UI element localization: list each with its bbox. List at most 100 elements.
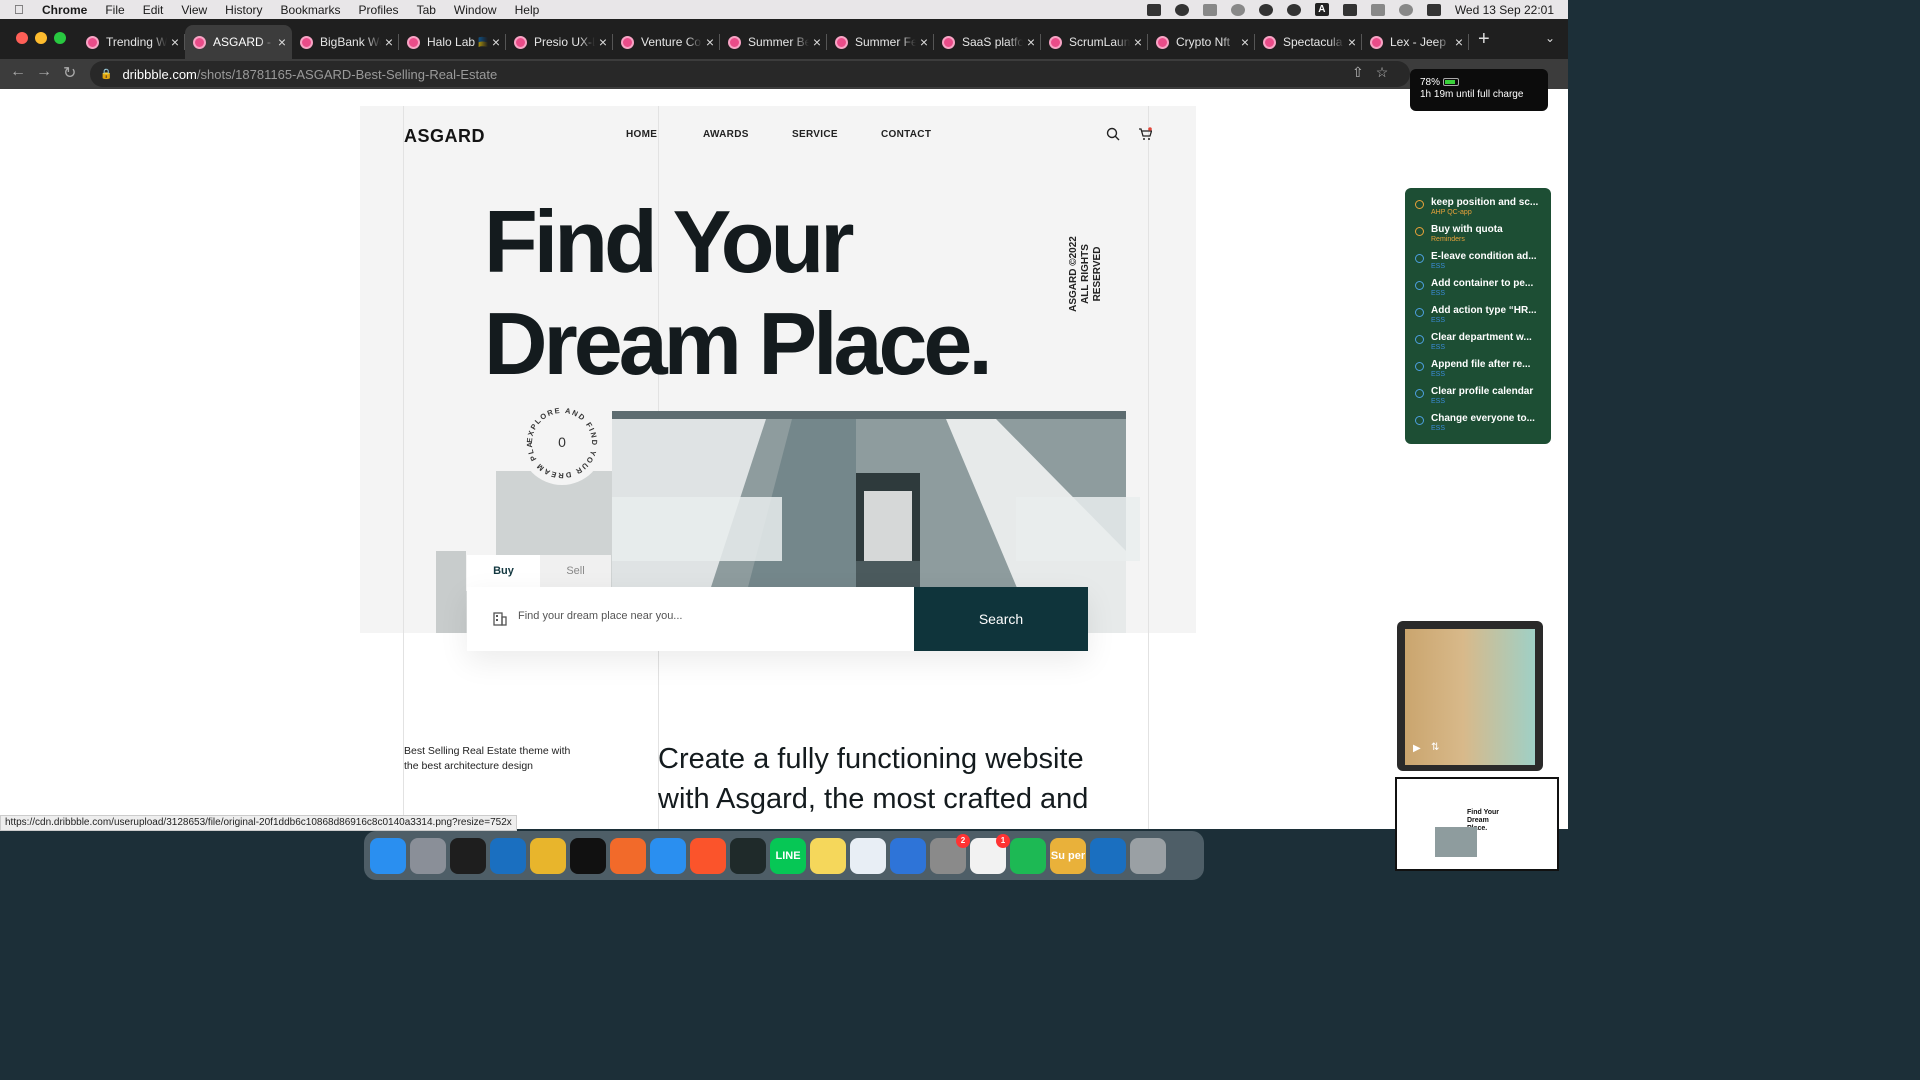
input-source-icon[interactable]: A: [1314, 3, 1329, 16]
browser-tab[interactable]: BigBank We ×: [292, 25, 399, 59]
fullscreen-window-button[interactable]: [54, 32, 66, 44]
reminder-item[interactable]: Add action type “HR... ESS: [1415, 304, 1551, 331]
super-icon[interactable]: Su per: [1050, 837, 1086, 874]
tab-buy[interactable]: Buy: [467, 555, 540, 587]
tab-close-icon[interactable]: ×: [1455, 34, 1463, 50]
browser-tab[interactable]: Spectacula ×: [1255, 25, 1362, 59]
address-bar[interactable]: 🔒 dribbble.com/shots/18781165-ASGARD-Bes…: [90, 61, 1410, 87]
menu-history[interactable]: History: [225, 3, 262, 17]
browser-tab[interactable]: Venture Co ×: [613, 25, 720, 59]
wifi-icon[interactable]: [1370, 3, 1385, 16]
chrome-icon[interactable]: [530, 837, 566, 874]
search-icon[interactable]: [1106, 127, 1120, 141]
browser-tab[interactable]: Summer Be ×: [720, 25, 827, 59]
browser-tab[interactable]: ScrumLaun ×: [1041, 25, 1148, 59]
apple-icon[interactable]: : [14, 2, 36, 17]
spotlight-search-icon[interactable]: [1398, 3, 1413, 16]
search-input[interactable]: [518, 610, 898, 622]
reminder-item[interactable]: keep position and sc... AHP QC-app: [1415, 196, 1551, 223]
reminder-checkbox[interactable]: [1415, 335, 1424, 344]
reminder-item[interactable]: Buy with quota Reminders: [1415, 223, 1551, 250]
reminder-checkbox[interactable]: [1415, 227, 1424, 236]
search-button[interactable]: Search: [914, 587, 1088, 651]
control-center-icon[interactable]: [1426, 3, 1441, 16]
tab-close-icon[interactable]: ×: [278, 34, 286, 50]
tab-close-icon[interactable]: ×: [920, 34, 928, 50]
globe-icon[interactable]: [1230, 3, 1245, 16]
vscode-icon[interactable]: [490, 837, 526, 874]
tab-close-icon[interactable]: ×: [171, 34, 179, 50]
browser-tab[interactable]: SaaS platfo ×: [934, 25, 1041, 59]
trash-icon[interactable]: [1130, 837, 1166, 874]
tab-close-icon[interactable]: ×: [1348, 34, 1356, 50]
activity-monitor-icon[interactable]: [730, 837, 766, 874]
line-icon[interactable]: LINE: [770, 837, 806, 874]
reminder-checkbox[interactable]: [1415, 254, 1424, 263]
launchpad-icon[interactable]: [410, 837, 446, 874]
music-widget[interactable]: ▶ ⇅: [1397, 621, 1543, 771]
finder-icon[interactable]: [370, 837, 406, 874]
spotify-icon[interactable]: [1010, 837, 1046, 874]
app-store-icon[interactable]: [850, 837, 886, 874]
browser-tab[interactable]: Trending We ×: [78, 25, 185, 59]
reminder-item[interactable]: Clear profile calendar ESS: [1415, 385, 1551, 412]
menu-edit[interactable]: Edit: [143, 3, 164, 17]
reminder-item[interactable]: Append file after re... ESS: [1415, 358, 1551, 385]
screenshot-thumbnail[interactable]: Find Your Dream Place.: [1395, 777, 1559, 871]
reminder-checkbox[interactable]: [1415, 362, 1424, 371]
tab-close-icon[interactable]: ×: [1134, 34, 1142, 50]
reminder-checkbox[interactable]: [1415, 200, 1424, 209]
menu-view[interactable]: View: [181, 3, 207, 17]
menubar-clock[interactable]: Wed 13 Sep 22:01: [1455, 3, 1554, 17]
reminder-item[interactable]: Add container to pe... ESS: [1415, 277, 1551, 304]
explore-badge[interactable]: EXPLORE AND FIND YOUR DREAM PLACE 0: [517, 394, 604, 485]
sketch-pen-icon[interactable]: [610, 837, 646, 874]
display-icon[interactable]: [1202, 3, 1217, 16]
nav-awards[interactable]: AWARDS: [703, 129, 749, 140]
tab-close-icon[interactable]: ×: [599, 34, 607, 50]
battery-icon[interactable]: [1342, 3, 1357, 16]
brave-icon[interactable]: [690, 837, 726, 874]
reminder-checkbox[interactable]: [1415, 416, 1424, 425]
tab-close-icon[interactable]: ×: [1027, 34, 1035, 50]
reminders-icon[interactable]: 1: [970, 833, 1010, 874]
shuffle-icon[interactable]: ⇅: [1431, 742, 1439, 753]
browser-tab[interactable]: Summer Fe ×: [827, 25, 934, 59]
browser-tab[interactable]: Lex - Jeep ×: [1362, 25, 1469, 59]
close-window-button[interactable]: [16, 32, 28, 44]
menu-bookmarks[interactable]: Bookmarks: [281, 3, 341, 17]
reminder-item[interactable]: Change everyone to... ESS: [1415, 412, 1551, 439]
menu-tab[interactable]: Tab: [417, 3, 436, 17]
back-arrow-icon[interactable]: ←: [10, 63, 26, 81]
terminal-icon[interactable]: [570, 837, 606, 874]
browser-tab[interactable]: Crypto Nft ×: [1148, 25, 1255, 59]
tab-search-chevron-icon[interactable]: ⌄: [1545, 31, 1555, 45]
play-icon[interactable]: ▶: [1413, 743, 1421, 754]
reload-icon[interactable]: ↻: [63, 63, 76, 83]
minimize-window-button[interactable]: [35, 32, 47, 44]
menu-profiles[interactable]: Profiles: [359, 3, 399, 17]
reminder-checkbox[interactable]: [1415, 308, 1424, 317]
menu-window[interactable]: Window: [454, 3, 497, 17]
skype-icon[interactable]: [1174, 3, 1189, 16]
headphones-icon[interactable]: [1258, 3, 1273, 16]
nav-service[interactable]: SERVICE: [792, 129, 838, 140]
lock-icon[interactable]: 🔒: [100, 69, 112, 80]
play-icon[interactable]: [1286, 3, 1301, 16]
tab-close-icon[interactable]: ×: [813, 34, 821, 50]
tab-close-icon[interactable]: ×: [492, 34, 500, 50]
cart-icon[interactable]: [1138, 127, 1152, 141]
menu-help[interactable]: Help: [515, 3, 540, 17]
reminder-item[interactable]: Clear department w... ESS: [1415, 331, 1551, 358]
nav-home[interactable]: HOME: [626, 129, 657, 140]
notes-icon[interactable]: [810, 837, 846, 874]
bookmark-star-icon[interactable]: ☆: [1376, 64, 1389, 81]
tab-close-icon[interactable]: ×: [706, 34, 714, 50]
safari-icon[interactable]: [650, 837, 686, 874]
reminder-item[interactable]: E-leave condition ad... ESS: [1415, 250, 1551, 277]
system-settings-icon[interactable]: 2: [930, 833, 970, 874]
xcode-icon[interactable]: [890, 837, 926, 874]
tab-close-icon[interactable]: ×: [385, 34, 393, 50]
menu-file[interactable]: File: [105, 3, 124, 17]
browser-tab[interactable]: Presio UX-L ×: [506, 25, 613, 59]
